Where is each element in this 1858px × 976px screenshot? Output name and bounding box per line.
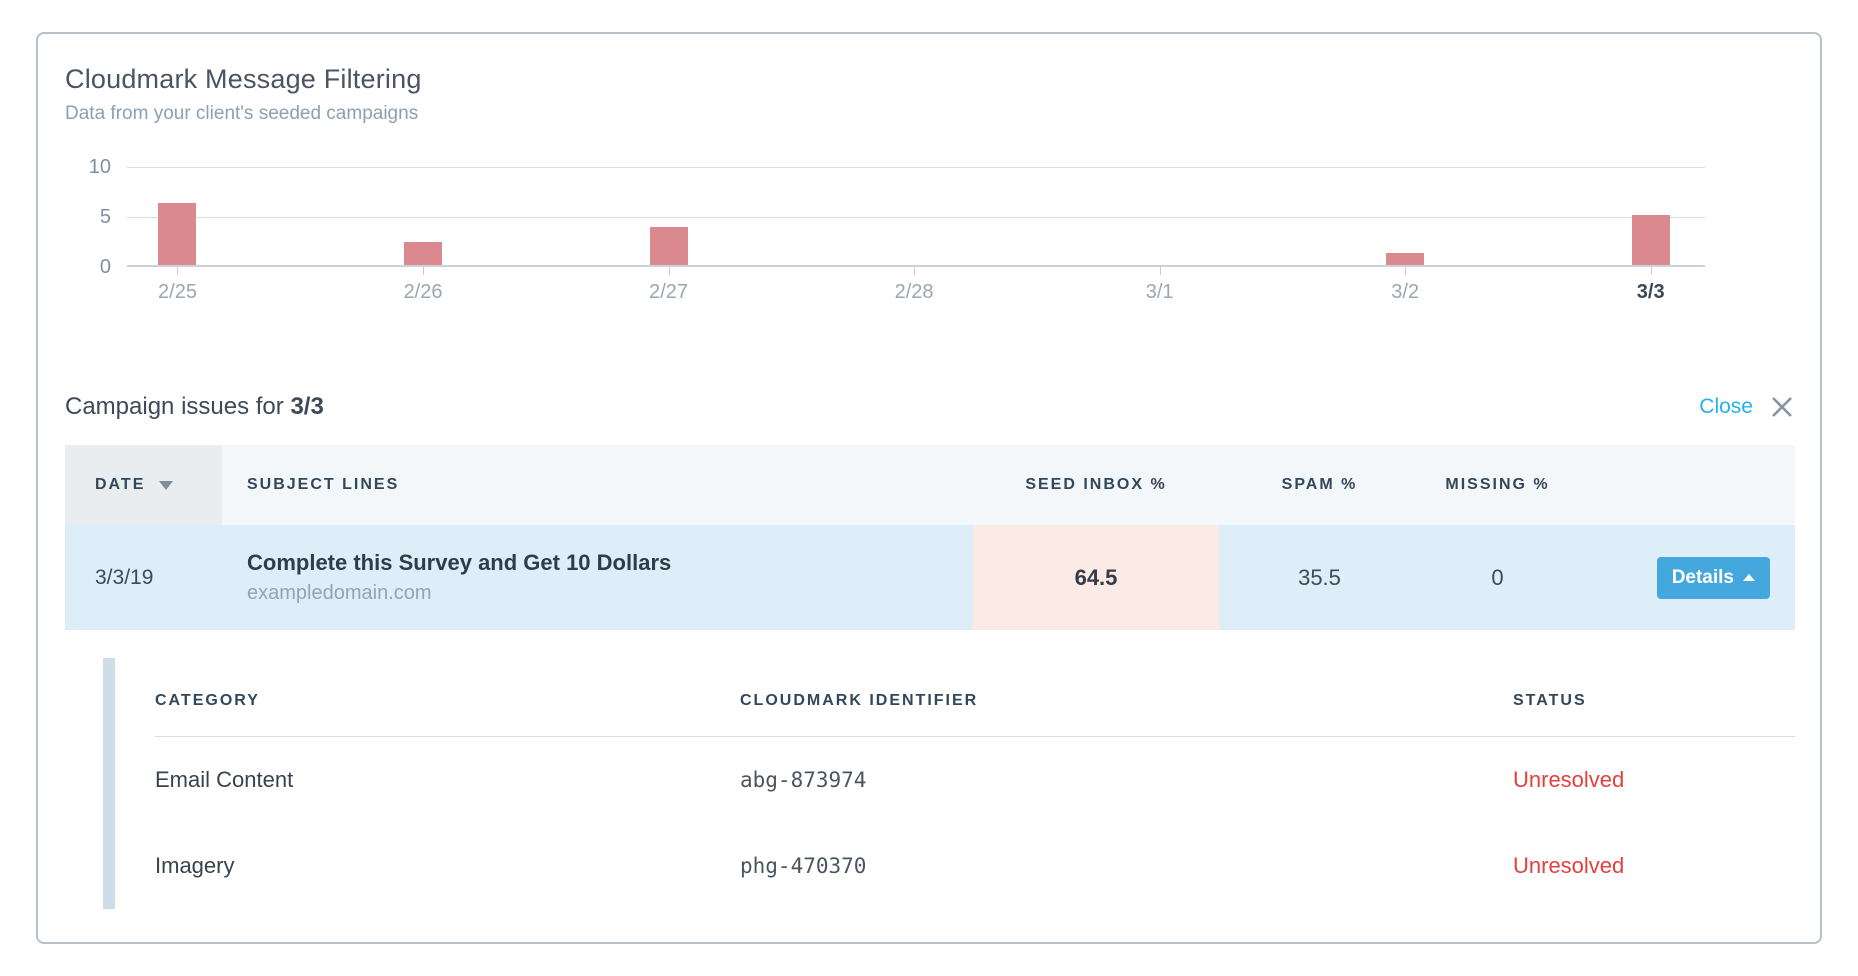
close-icon[interactable] [1769, 394, 1795, 420]
column-header-details [1575, 445, 1795, 525]
issues-table: DATE SUBJECT LINES SEED INBOX % SPAM % M… [65, 445, 1795, 630]
sort-descending-icon [159, 481, 173, 490]
detail-row: Email Content abg-873974 Unresolved [155, 737, 1795, 823]
issue-subject: Complete this Survey and Get 10 Dollars [247, 550, 671, 576]
detail-header-identifier: CLOUDMARK IDENTIFIER [740, 692, 1513, 710]
x-tick [423, 267, 424, 275]
collapse-icon [1743, 574, 1755, 581]
chart-bar-2-27[interactable] [650, 227, 688, 265]
issues-table-header: DATE SUBJECT LINES SEED INBOX % SPAM % M… [65, 445, 1795, 525]
chart-bar-2-25[interactable] [158, 203, 196, 265]
x-tick-label: 3/2 [1391, 281, 1419, 304]
x-tick [1160, 267, 1161, 275]
gridline-5 [127, 217, 1705, 218]
detail-identifier: abg-873974 [740, 768, 1513, 792]
x-tick-label: 3/1 [1146, 281, 1174, 304]
details-button[interactable]: Details [1657, 557, 1770, 599]
panel-title: Cloudmark Message Filtering [65, 64, 1793, 95]
details-cell: Details [1575, 525, 1795, 630]
detail-header-category: CATEGORY [155, 692, 740, 710]
x-tick [914, 267, 915, 275]
bar-chart: 10 5 0 2/25 2/26 2/27 2/28 [65, 167, 1705, 317]
x-tick-label: 2/28 [895, 281, 934, 304]
missing-value: 0 [1420, 525, 1575, 630]
chart-bar-3-3[interactable] [1632, 215, 1670, 265]
x-tick [1651, 267, 1652, 275]
detail-header-status: STATUS [1513, 692, 1795, 710]
chart-bar-2-26[interactable] [404, 242, 442, 265]
issue-subject-cell: Complete this Survey and Get 10 Dollars … [222, 525, 973, 630]
spam-value: 35.5 [1219, 525, 1420, 630]
x-tick [669, 267, 670, 275]
x-tick-label: 2/27 [649, 281, 688, 304]
issues-heading: Campaign issues for 3/3 [65, 393, 324, 421]
detail-row: Imagery phg-470370 Unresolved [155, 823, 1795, 909]
detail-status: Unresolved [1513, 853, 1795, 879]
details-button-label: Details [1672, 567, 1734, 589]
column-header-seed-inbox: SEED INBOX % [973, 445, 1219, 525]
detail-category: Imagery [155, 853, 740, 879]
y-tick-label-5: 5 [65, 206, 111, 229]
detail-status: Unresolved [1513, 767, 1795, 793]
issue-details-section: CATEGORY CLOUDMARK IDENTIFIER STATUS Ema… [65, 658, 1795, 909]
y-tick-label-10: 10 [65, 156, 111, 179]
column-header-date[interactable]: DATE [65, 445, 222, 525]
x-tick [1405, 267, 1406, 275]
issue-domain: exampledomain.com [247, 582, 432, 605]
detail-table-header: CATEGORY CLOUDMARK IDENTIFIER STATUS [155, 692, 1795, 737]
issue-row: 3/3/19 Complete this Survey and Get 10 D… [65, 525, 1795, 630]
y-tick-label-0: 0 [65, 256, 111, 279]
column-header-spam: SPAM % [1219, 445, 1420, 525]
gridline-10 [127, 167, 1705, 168]
seed-inbox-value: 64.5 [973, 525, 1219, 630]
panel-subtitle: Data from your client's seeded campaigns [65, 103, 1793, 125]
issue-date: 3/3/19 [65, 525, 222, 630]
x-tick [177, 267, 178, 275]
column-header-subject: SUBJECT LINES [222, 445, 973, 525]
column-header-date-label: DATE [95, 476, 145, 494]
chart-plot-area: 10 5 0 2/25 2/26 2/27 2/28 [127, 167, 1705, 267]
close-link[interactable]: Close [1699, 395, 1753, 419]
chart-bar-3-2[interactable] [1386, 253, 1424, 265]
detail-table: CATEGORY CLOUDMARK IDENTIFIER STATUS Ema… [155, 658, 1795, 909]
cloudmark-panel: Cloudmark Message Filtering Data from yo… [36, 32, 1822, 944]
axis-baseline [127, 265, 1705, 267]
issues-heading-date: 3/3 [290, 393, 323, 420]
x-tick-label: 3/3 [1637, 281, 1665, 304]
issues-heading-text: Campaign issues for [65, 393, 284, 420]
detail-identifier: phg-470370 [740, 854, 1513, 878]
x-tick-label: 2/26 [404, 281, 443, 304]
x-tick-label: 2/25 [158, 281, 197, 304]
column-header-missing: MISSING % [1420, 445, 1575, 525]
detail-accent-bar [103, 658, 115, 909]
detail-category: Email Content [155, 767, 740, 793]
